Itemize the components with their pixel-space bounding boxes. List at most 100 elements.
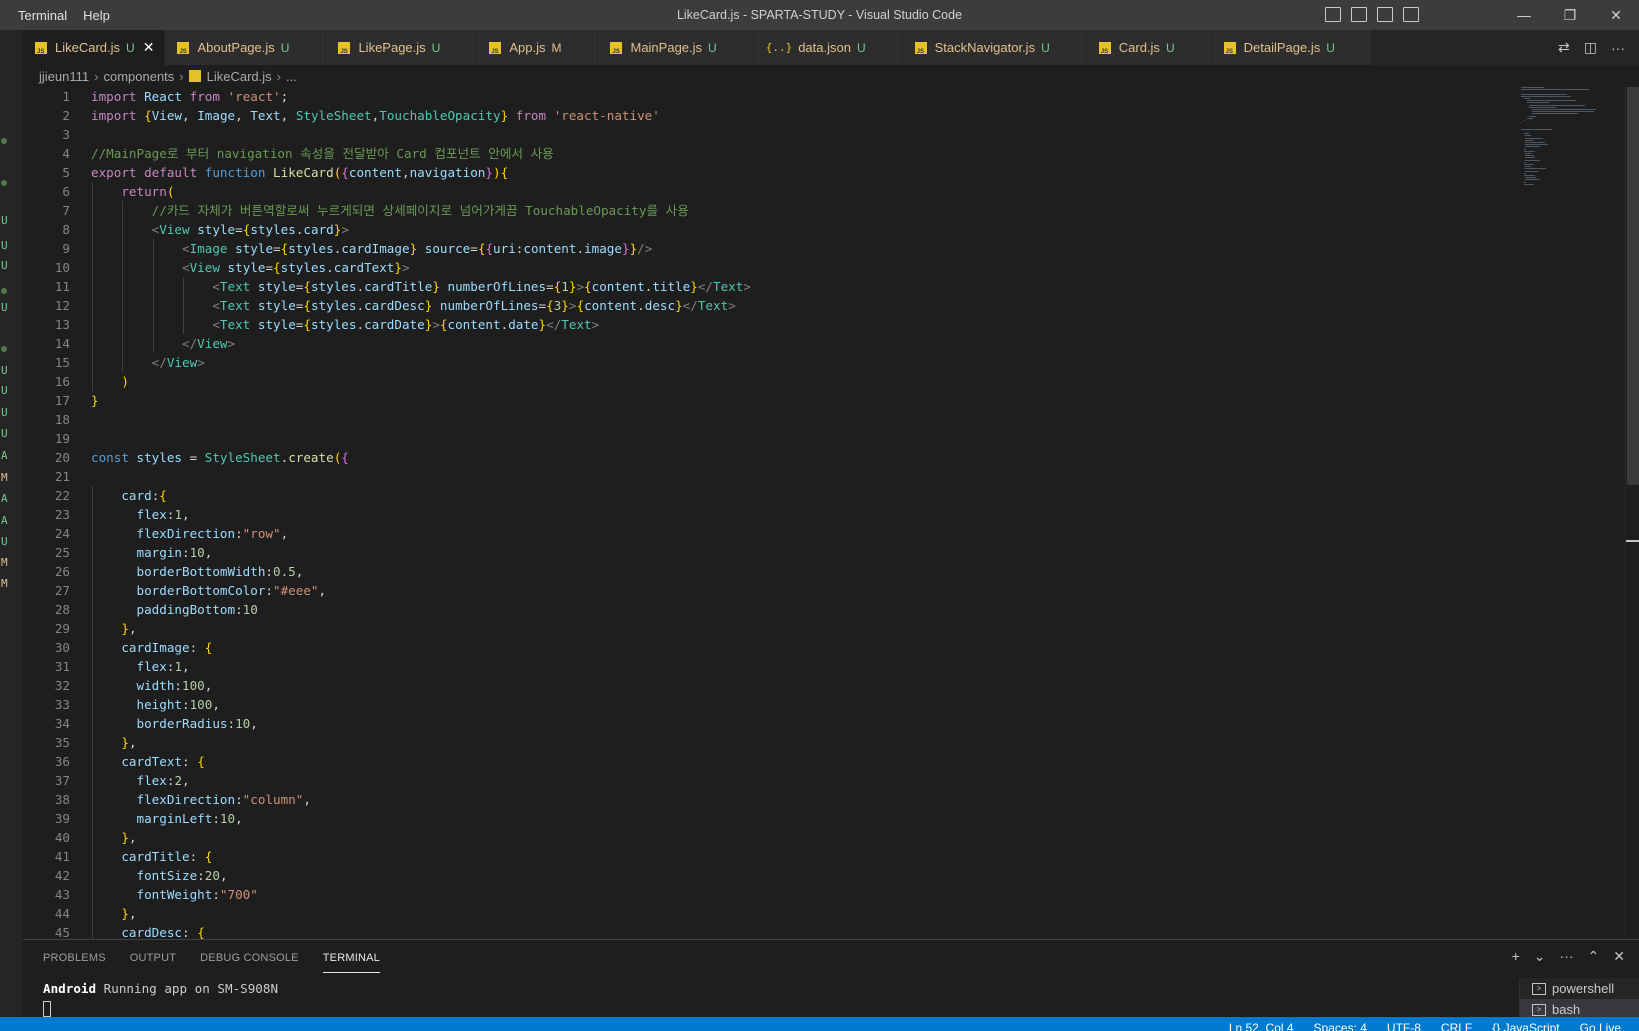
- code-line[interactable]: import {View, Image, Text, StyleSheet,To…: [91, 106, 1501, 125]
- code-line[interactable]: </View>: [91, 334, 1501, 353]
- indent-guide: [92, 543, 93, 562]
- status-eol[interactable]: CRLF: [1441, 1017, 1472, 1031]
- code-line[interactable]: [91, 125, 1501, 144]
- code-line[interactable]: <View style={styles.cardText}>: [91, 258, 1501, 277]
- code-line[interactable]: flex:1,: [91, 505, 1501, 524]
- code-line[interactable]: [91, 410, 1501, 429]
- toggle-primary-sidebar-icon[interactable]: [1325, 7, 1341, 22]
- breadcrumb-folder-root[interactable]: jjieun111: [39, 69, 89, 84]
- code-line[interactable]: },: [91, 733, 1501, 752]
- tab-output[interactable]: OUTPUT: [130, 944, 176, 972]
- code-line[interactable]: marginLeft:10,: [91, 809, 1501, 828]
- code-line[interactable]: <View style={styles.card}>: [91, 220, 1501, 239]
- new-terminal-icon[interactable]: +: [1512, 948, 1520, 965]
- tab-card-js[interactable]: Card.js U: [1086, 30, 1212, 65]
- status-encoding[interactable]: UTF-8: [1387, 1017, 1421, 1031]
- tab-terminal[interactable]: TERMINAL: [322, 944, 380, 973]
- line-number: 8: [62, 222, 70, 237]
- code-line[interactable]: }: [91, 391, 1501, 410]
- tab-debug-console[interactable]: DEBUG CONSOLE: [200, 944, 299, 972]
- toggle-secondary-sidebar-icon[interactable]: [1377, 7, 1393, 22]
- minimap[interactable]: [1521, 87, 1621, 207]
- tab-stacknavigator-js[interactable]: StackNavigator.js U: [902, 30, 1087, 65]
- minimize-button[interactable]: —: [1501, 0, 1547, 30]
- code-line[interactable]: fontWeight:"700": [91, 885, 1501, 904]
- code-line[interactable]: cardDesc: {: [91, 923, 1501, 939]
- status-cursor-position[interactable]: Ln 52, Col 4: [1229, 1017, 1294, 1031]
- status-language[interactable]: {} JavaScript: [1492, 1017, 1559, 1031]
- code-line[interactable]: </View>: [91, 353, 1501, 372]
- menu-help[interactable]: Help: [75, 8, 118, 23]
- breadcrumb-file[interactable]: LikeCard.js: [207, 69, 272, 84]
- code-line[interactable]: ): [91, 372, 1501, 391]
- code-line[interactable]: },: [91, 828, 1501, 847]
- close-panel-icon[interactable]: ✕: [1613, 948, 1625, 965]
- vertical-scrollbar[interactable]: [1625, 87, 1639, 939]
- code-line[interactable]: borderRadius:10,: [91, 714, 1501, 733]
- maximize-panel-icon[interactable]: ⌃: [1588, 948, 1600, 965]
- code-line[interactable]: const styles = StyleSheet.create({: [91, 448, 1501, 467]
- breadcrumb-folder-components[interactable]: components: [103, 69, 174, 84]
- code-line[interactable]: cardTitle: {: [91, 847, 1501, 866]
- code-line[interactable]: },: [91, 904, 1501, 923]
- code-line[interactable]: [91, 467, 1501, 486]
- terminal-cursor[interactable]: [43, 1001, 51, 1017]
- customize-layout-icon[interactable]: [1403, 7, 1419, 22]
- code-line[interactable]: flexDirection:"row",: [91, 524, 1501, 543]
- code-line[interactable]: width:100,: [91, 676, 1501, 695]
- breadcrumb-symbol[interactable]: ...: [286, 69, 297, 84]
- tab-data-json[interactable]: {..} data.json U: [753, 30, 903, 65]
- code-line[interactable]: <Image style={styles.cardImage} source={…: [91, 239, 1501, 258]
- tab-problems[interactable]: PROBLEMS: [43, 944, 106, 972]
- explorer-status-mark: A: [1, 514, 8, 527]
- code-line[interactable]: height:100,: [91, 695, 1501, 714]
- chevron-down-icon[interactable]: ⌄: [1534, 948, 1546, 965]
- code-line[interactable]: },: [91, 619, 1501, 638]
- close-window-button[interactable]: ✕: [1593, 0, 1639, 30]
- code-line[interactable]: //카드 자체가 버튼역할로써 누르게되면 상세페이지로 넘어가게끔 Touch…: [91, 201, 1501, 220]
- code-line[interactable]: import React from 'react';: [91, 87, 1501, 106]
- code-line[interactable]: flex:1,: [91, 657, 1501, 676]
- code-content[interactable]: import React from 'react'; import {View, …: [91, 87, 1501, 939]
- code-line[interactable]: paddingBottom:10: [91, 600, 1501, 619]
- tab-mainpage-js[interactable]: MainPage.js U: [598, 30, 754, 65]
- tab-detailpage-js[interactable]: DetailPage.js U: [1211, 30, 1372, 65]
- close-tab-icon[interactable]: ✕: [143, 39, 155, 56]
- tab-likecard-js[interactable]: LikeCard.js U ✕: [23, 30, 166, 65]
- more-icon[interactable]: ···: [1560, 948, 1574, 965]
- layout-controls: [1325, 7, 1419, 22]
- code-line[interactable]: flexDirection:"column",: [91, 790, 1501, 809]
- restore-button[interactable]: ❐: [1547, 0, 1593, 30]
- code-line[interactable]: <Text style={styles.cardTitle} numberOfL…: [91, 277, 1501, 296]
- code-line[interactable]: <Text style={styles.cardDesc} numberOfLi…: [91, 296, 1501, 315]
- indent-guide: [92, 847, 93, 866]
- tab-aboutpage-js[interactable]: AboutPage.js U: [165, 30, 327, 65]
- code-line[interactable]: fontSize:20,: [91, 866, 1501, 885]
- toggle-panel-icon[interactable]: [1351, 7, 1367, 22]
- tab-app-js[interactable]: App.js M: [477, 30, 599, 65]
- explorer-status-mark: U: [1, 364, 8, 377]
- status-indentation[interactable]: Spaces: 4: [1314, 1017, 1367, 1031]
- git-status-badge: M: [551, 40, 562, 55]
- open-changes-icon[interactable]: ⇄: [1558, 39, 1570, 56]
- split-editor-icon[interactable]: ◫: [1584, 39, 1597, 56]
- scrollbar-thumb[interactable]: [1627, 87, 1639, 485]
- menu-terminal[interactable]: Terminal: [0, 8, 75, 23]
- code-line[interactable]: borderBottomColor:"#eee",: [91, 581, 1501, 600]
- code-line[interactable]: card:{: [91, 486, 1501, 505]
- terminal-item-powershell[interactable]: > powershell: [1520, 978, 1639, 999]
- code-line[interactable]: borderBottomWidth:0.5,: [91, 562, 1501, 581]
- code-editor[interactable]: 1 2 3 4 5 6 7 8 9 10 11 12 13 14 15 16 17 18 19 20 21 22 23 24 2…: [23, 87, 1639, 939]
- code-line[interactable]: <Text style={styles.cardDate}>{content.d…: [91, 315, 1501, 334]
- tab-likepage-js[interactable]: LikePage.js U: [326, 30, 478, 65]
- code-line[interactable]: margin:10,: [91, 543, 1501, 562]
- code-line[interactable]: [91, 429, 1501, 448]
- code-line[interactable]: flex:2,: [91, 771, 1501, 790]
- code-line[interactable]: cardImage: {: [91, 638, 1501, 657]
- code-line[interactable]: export default function LikeCard({conten…: [91, 163, 1501, 182]
- code-line[interactable]: cardText: {: [91, 752, 1501, 771]
- code-line[interactable]: //MainPage로 부터 navigation 속성을 전달받아 Card …: [91, 144, 1501, 163]
- status-go-live[interactable]: Go Live: [1580, 1017, 1621, 1031]
- more-actions-icon[interactable]: ···: [1611, 40, 1625, 56]
- code-line[interactable]: return(: [91, 182, 1501, 201]
